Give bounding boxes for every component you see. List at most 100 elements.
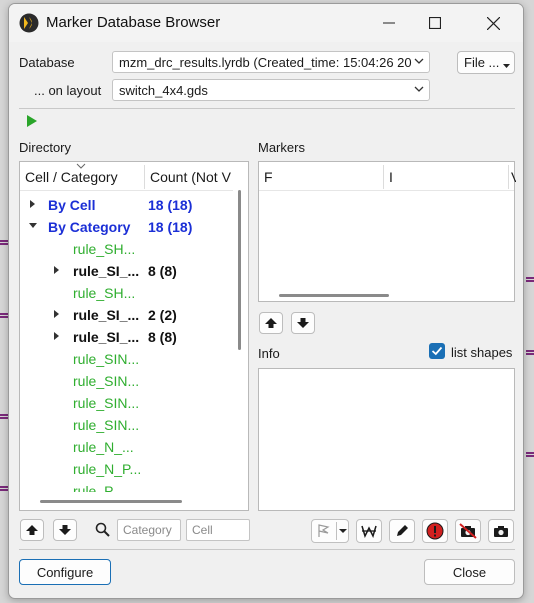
tree-row[interactable]: rule_SIN... xyxy=(20,348,233,370)
markers-title: Markers xyxy=(258,140,305,155)
tree-row[interactable]: rule_SI_... 8 (8) xyxy=(20,326,233,348)
next-marker-button[interactable] xyxy=(291,312,315,334)
directory-down-button[interactable] xyxy=(53,519,77,541)
close-icon xyxy=(486,16,500,30)
tree-row[interactable]: rule_SIN... xyxy=(20,370,233,392)
tree-row-name: rule_SH... xyxy=(73,285,136,301)
chevron-down-icon xyxy=(414,86,424,92)
maximize-button[interactable] xyxy=(413,10,457,36)
close-window-button[interactable] xyxy=(471,10,515,36)
tree-row-name: rule_SI_... xyxy=(73,307,140,323)
run-button[interactable] xyxy=(23,112,41,130)
maximize-icon xyxy=(429,17,441,29)
previous-marker-button[interactable] xyxy=(259,312,283,334)
tree-rows: By Cell 18 (18) By Category 18 (18) rule_SH.… xyxy=(20,194,233,492)
tree-row-count: 18 (18) xyxy=(148,219,193,235)
arrow-down-icon xyxy=(297,318,309,328)
waive-icon xyxy=(361,525,377,538)
dropdown-arrow-icon xyxy=(339,529,347,533)
tree-row-name: rule_SIN... xyxy=(73,417,140,433)
expand-arrow-right-icon[interactable] xyxy=(53,310,61,318)
separator xyxy=(19,549,515,550)
directory-title: Directory xyxy=(19,140,72,155)
snapshot-button[interactable] xyxy=(488,519,514,543)
expand-arrow-right-icon[interactable] xyxy=(29,200,37,208)
tree-row[interactable]: By Category 18 (18) xyxy=(20,216,233,238)
markers-column-header[interactable]: I xyxy=(384,162,509,190)
list-shapes-checkbox[interactable] xyxy=(429,343,445,359)
tree-row-name: By Category xyxy=(48,219,131,235)
info-panel xyxy=(258,368,515,511)
file-menu-button[interactable]: File ... xyxy=(457,51,515,74)
remove-snapshot-button[interactable] xyxy=(455,519,481,543)
close-button[interactable]: Close xyxy=(424,559,515,585)
background-marker xyxy=(0,313,8,318)
background-marker xyxy=(526,277,534,282)
database-combo[interactable]: mzm_drc_results.lyrdb (Created_time: 15:… xyxy=(112,51,430,73)
tree-row[interactable]: rule_SIN... xyxy=(20,392,233,414)
minimize-button[interactable] xyxy=(367,10,411,36)
header-divider xyxy=(20,190,233,191)
arrow-up-icon xyxy=(26,525,38,535)
column-header-count[interactable]: Count (Not V xyxy=(145,162,233,190)
database-label: Database xyxy=(19,55,75,70)
background-marker xyxy=(526,350,534,355)
camera-icon xyxy=(494,526,508,537)
tree-row[interactable]: rule_SI_... 8 (8) xyxy=(20,260,233,282)
layout-combo[interactable]: switch_4x4.gds xyxy=(112,79,430,101)
directory-tree[interactable]: Cell / Category Count (Not V By Cell 18 (… xyxy=(19,161,249,511)
sort-indicator-icon xyxy=(76,163,86,169)
edit-button[interactable] xyxy=(389,519,415,543)
tree-vertical-scrollbar[interactable] xyxy=(238,190,241,350)
category-filter-input[interactable]: Category xyxy=(117,519,181,541)
waive-button[interactable] xyxy=(356,519,382,543)
file-menu-label: File ... xyxy=(464,55,500,70)
cell-filter-input[interactable]: Cell xyxy=(186,519,250,541)
background-marker xyxy=(0,240,8,245)
title-bar: Marker Database Browser xyxy=(9,4,523,42)
header-divider xyxy=(259,190,514,191)
tree-row-name: rule_SI_... xyxy=(73,329,140,345)
layout-combo-value: switch_4x4.gds xyxy=(119,83,208,98)
tree-row-name: By Cell xyxy=(48,197,96,213)
marker-database-browser-window: Marker Database Browser Database mzm_drc… xyxy=(8,3,524,599)
list-shapes-label[interactable]: list shapes xyxy=(451,345,512,360)
arrow-down-icon xyxy=(59,525,71,535)
tree-horizontal-scrollbar[interactable] xyxy=(40,500,182,503)
flag-dropdown-button[interactable] xyxy=(311,519,349,543)
tree-row[interactable]: By Cell 18 (18) xyxy=(20,194,233,216)
search-icon xyxy=(95,522,110,537)
tree-row-count: 18 (18) xyxy=(148,197,193,213)
separator xyxy=(19,108,515,109)
tree-row[interactable]: rule_SH... xyxy=(20,282,233,304)
important-button[interactable] xyxy=(422,519,448,543)
configure-button[interactable]: Configure xyxy=(19,559,111,585)
tree-row[interactable]: rule_N_... xyxy=(20,436,233,458)
tree-row-name: rule_N_P... xyxy=(73,461,142,477)
background-marker xyxy=(0,486,8,491)
expand-arrow-down-icon[interactable] xyxy=(29,222,37,230)
markers-list[interactable]: F I V xyxy=(258,161,516,302)
tree-row-count: 8 (8) xyxy=(148,263,177,279)
markers-column-header[interactable]: V xyxy=(509,162,516,190)
markers-column-header[interactable]: F xyxy=(259,162,384,190)
info-title: Info xyxy=(258,346,280,361)
markers-horizontal-scrollbar[interactable] xyxy=(279,294,389,297)
directory-up-button[interactable] xyxy=(20,519,44,541)
split-divider xyxy=(336,522,337,540)
tree-row-name: rule_SH... xyxy=(73,241,136,257)
tree-row[interactable]: rule_SH... xyxy=(20,238,233,260)
tree-row-name: rule_SIN... xyxy=(73,351,140,367)
tree-row[interactable]: rule_SI_... 2 (2) xyxy=(20,304,233,326)
checkmark-icon xyxy=(431,346,443,356)
background-marker xyxy=(0,414,8,419)
tree-row-name: rule_P... xyxy=(73,483,124,492)
dropdown-arrow-icon xyxy=(503,64,510,68)
tree-row-name: rule_SIN... xyxy=(73,395,140,411)
tree-row[interactable]: rule_SIN... xyxy=(20,414,233,436)
window-title: Marker Database Browser xyxy=(46,14,221,31)
tree-row[interactable]: rule_P... xyxy=(20,480,233,492)
expand-arrow-right-icon[interactable] xyxy=(53,266,61,274)
expand-arrow-right-icon[interactable] xyxy=(53,332,61,340)
tree-row[interactable]: rule_N_P... xyxy=(20,458,233,480)
